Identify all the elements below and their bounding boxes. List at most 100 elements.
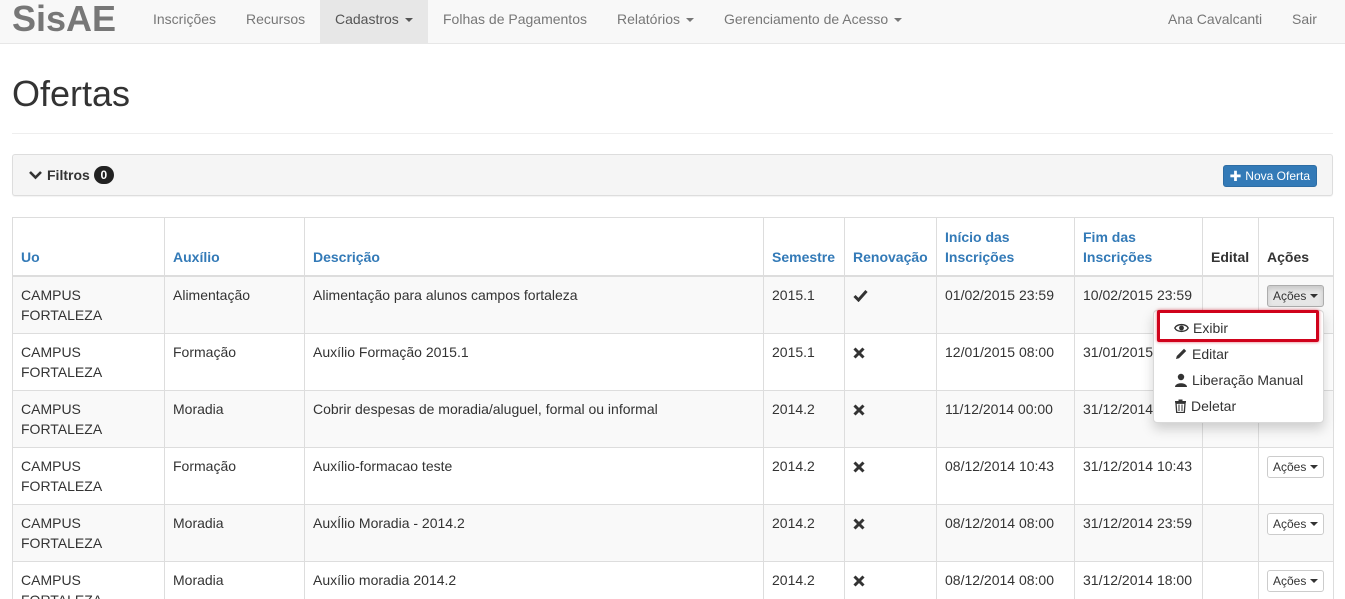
menu-item-editar[interactable]: Editar bbox=[1154, 341, 1323, 367]
col-header-semestre[interactable]: Semestre bbox=[763, 217, 845, 277]
nav-user[interactable]: Ana Cavalcanti bbox=[1153, 0, 1277, 44]
col-header-descricao[interactable]: Descrição bbox=[304, 217, 764, 277]
cell-descricao: Alimentação para alunos campos fortaleza bbox=[304, 275, 764, 334]
cell-inicio: 12/01/2015 08:00 bbox=[936, 332, 1075, 391]
actions-dropdown-menu: Exibir Editar Liberação Manual Deletar bbox=[1153, 310, 1324, 423]
nav-item-inscricoes[interactable]: Inscrições bbox=[138, 0, 231, 44]
actions-button[interactable]: Ações bbox=[1267, 455, 1325, 478]
actions-button[interactable]: Ações bbox=[1267, 569, 1325, 592]
actions-button-label: Ações bbox=[1273, 288, 1307, 303]
table-row: CAMPUS FORTALEZA Moradia Cobrir despesas d… bbox=[12, 389, 1334, 448]
navbar: SisAE Inscrições Recursos Cadastros Folh… bbox=[0, 0, 1345, 44]
nav-item-relatorios[interactable]: Relatórios bbox=[602, 0, 709, 44]
col-header-uo[interactable]: Uo bbox=[12, 217, 165, 277]
nav-item-folhas[interactable]: Folhas de Pagamentos bbox=[428, 0, 602, 44]
menu-item-liberacao-manual[interactable]: Liberação Manual bbox=[1154, 367, 1323, 393]
caret-down-icon bbox=[1310, 521, 1319, 526]
actions-button-label: Ações bbox=[1273, 459, 1307, 474]
cell-renovacao bbox=[844, 332, 937, 391]
cell-renovacao bbox=[844, 560, 937, 599]
table-row: CAMPUS FORTALEZA Moradia AuxÍlio Moradia -… bbox=[12, 503, 1334, 562]
nav-item-recursos[interactable]: Recursos bbox=[231, 0, 320, 44]
col-header-fim[interactable]: Fim das Inscrições bbox=[1074, 217, 1203, 277]
cell-uo: CAMPUS FORTALEZA bbox=[12, 332, 165, 391]
user-icon bbox=[1175, 373, 1187, 387]
cell-descricao: Cobrir despesas de moradia/aluguel, form… bbox=[304, 389, 764, 448]
menu-item-label: Editar bbox=[1192, 346, 1229, 362]
caret-down-icon bbox=[1310, 293, 1319, 298]
cell-renovacao bbox=[844, 503, 937, 562]
nav-item-cadastros[interactable]: Cadastros bbox=[320, 0, 428, 44]
table-row: CAMPUS FORTALEZA Formação Auxílio-formacao… bbox=[12, 446, 1334, 505]
cell-inicio: 08/12/2014 08:00 bbox=[936, 503, 1075, 562]
cell-renovacao bbox=[844, 275, 937, 334]
cell-acoes: Ações bbox=[1258, 560, 1334, 599]
caret-down-icon bbox=[1310, 464, 1319, 469]
new-offer-button[interactable]: ✚ Nova Oferta bbox=[1222, 165, 1317, 187]
col-header-acoes: Ações bbox=[1258, 217, 1334, 277]
actions-button[interactable]: Ações bbox=[1267, 284, 1325, 307]
menu-item-label: Deletar bbox=[1191, 398, 1237, 414]
filter-count-badge: 0 bbox=[93, 166, 114, 184]
cell-auxilio: Moradia bbox=[164, 389, 305, 448]
cell-descricao: AuxÍlio Moradia - 2014.2 bbox=[304, 503, 764, 562]
filter-panel: Filtros 0 ✚ Nova Oferta bbox=[12, 154, 1333, 196]
cell-renovacao bbox=[844, 446, 937, 505]
col-header-edital: Edital bbox=[1202, 217, 1259, 277]
cell-auxilio: Alimentação bbox=[164, 275, 305, 334]
brand-logo[interactable]: SisAE bbox=[12, 0, 116, 39]
divider bbox=[12, 133, 1333, 134]
caret-down-icon bbox=[894, 18, 903, 23]
actions-button[interactable]: Ações bbox=[1267, 512, 1325, 535]
eye-icon bbox=[1174, 323, 1189, 333]
actions-button-label: Ações bbox=[1273, 516, 1307, 531]
cell-auxilio: Moradia bbox=[164, 560, 305, 599]
cell-auxilio: Formação bbox=[164, 446, 305, 505]
col-header-inicio[interactable]: Início das Inscrições bbox=[936, 217, 1075, 277]
menu-item-deletar[interactable]: Deletar bbox=[1154, 393, 1323, 419]
cell-semestre: 2015.1 bbox=[763, 275, 845, 334]
new-offer-label: Nova Oferta bbox=[1245, 169, 1310, 183]
cross-icon bbox=[853, 404, 865, 416]
cell-semestre: 2015.1 bbox=[763, 332, 845, 391]
cell-inicio: 01/02/2015 23:59 bbox=[936, 275, 1075, 334]
menu-item-label: Exibir bbox=[1193, 320, 1229, 336]
cell-semestre: 2014.2 bbox=[763, 503, 845, 562]
cell-uo: CAMPUS FORTALEZA bbox=[12, 446, 165, 505]
nav-item-label: Relatórios bbox=[617, 11, 681, 27]
cross-icon bbox=[853, 347, 865, 359]
cross-icon bbox=[853, 461, 865, 473]
caret-down-icon bbox=[686, 18, 695, 23]
nav-item-gerenciamento[interactable]: Gerenciamento de Acesso bbox=[709, 0, 917, 44]
cell-uo: CAMPUS FORTALEZA bbox=[12, 560, 165, 599]
cell-uo: CAMPUS FORTALEZA bbox=[12, 503, 165, 562]
table-row: CAMPUS FORTALEZA Formação Auxílio Formação… bbox=[12, 332, 1334, 391]
cell-auxilio: Moradia bbox=[164, 503, 305, 562]
cell-descricao: Auxílio-formacao teste bbox=[304, 446, 764, 505]
cell-semestre: 2014.2 bbox=[763, 446, 845, 505]
cell-semestre: 2014.2 bbox=[763, 560, 845, 599]
cell-renovacao bbox=[844, 389, 937, 448]
cell-auxilio: Formação bbox=[164, 332, 305, 391]
cell-acoes: Ações bbox=[1258, 503, 1334, 562]
menu-item-exibir[interactable]: Exibir bbox=[1154, 315, 1323, 341]
cell-edital bbox=[1202, 446, 1259, 505]
cell-inicio: 08/12/2014 08:00 bbox=[936, 560, 1075, 599]
pencil-icon bbox=[1176, 348, 1187, 359]
cell-fim: 31/12/2014 18:00 bbox=[1074, 560, 1203, 599]
col-header-renovacao[interactable]: Renovação bbox=[844, 217, 937, 277]
nav-item-label: Gerenciamento de Acesso bbox=[724, 11, 889, 27]
table-row: CAMPUS FORTALEZAMoradiaAuxílio moradia 2… bbox=[12, 560, 1334, 599]
cell-acoes: Ações bbox=[1258, 446, 1334, 505]
page-title: Ofertas bbox=[12, 73, 131, 114]
cross-icon bbox=[853, 518, 865, 530]
cell-edital bbox=[1202, 560, 1259, 599]
col-header-auxilio[interactable]: Auxílio bbox=[164, 217, 305, 277]
cell-uo: CAMPUS FORTALEZA bbox=[12, 389, 165, 448]
cell-inicio: 11/12/2014 00:00 bbox=[936, 389, 1075, 448]
cell-descricao: Auxílio moradia 2014.2 bbox=[304, 560, 764, 599]
filter-toggle[interactable]: Filtros 0 bbox=[29, 166, 114, 184]
cell-fim: 31/12/2014 10:43 bbox=[1074, 446, 1203, 505]
logout-link[interactable]: Sair bbox=[1277, 0, 1332, 44]
offers-table: Uo Auxílio Descrição Semestre Renovação … bbox=[12, 217, 1334, 599]
